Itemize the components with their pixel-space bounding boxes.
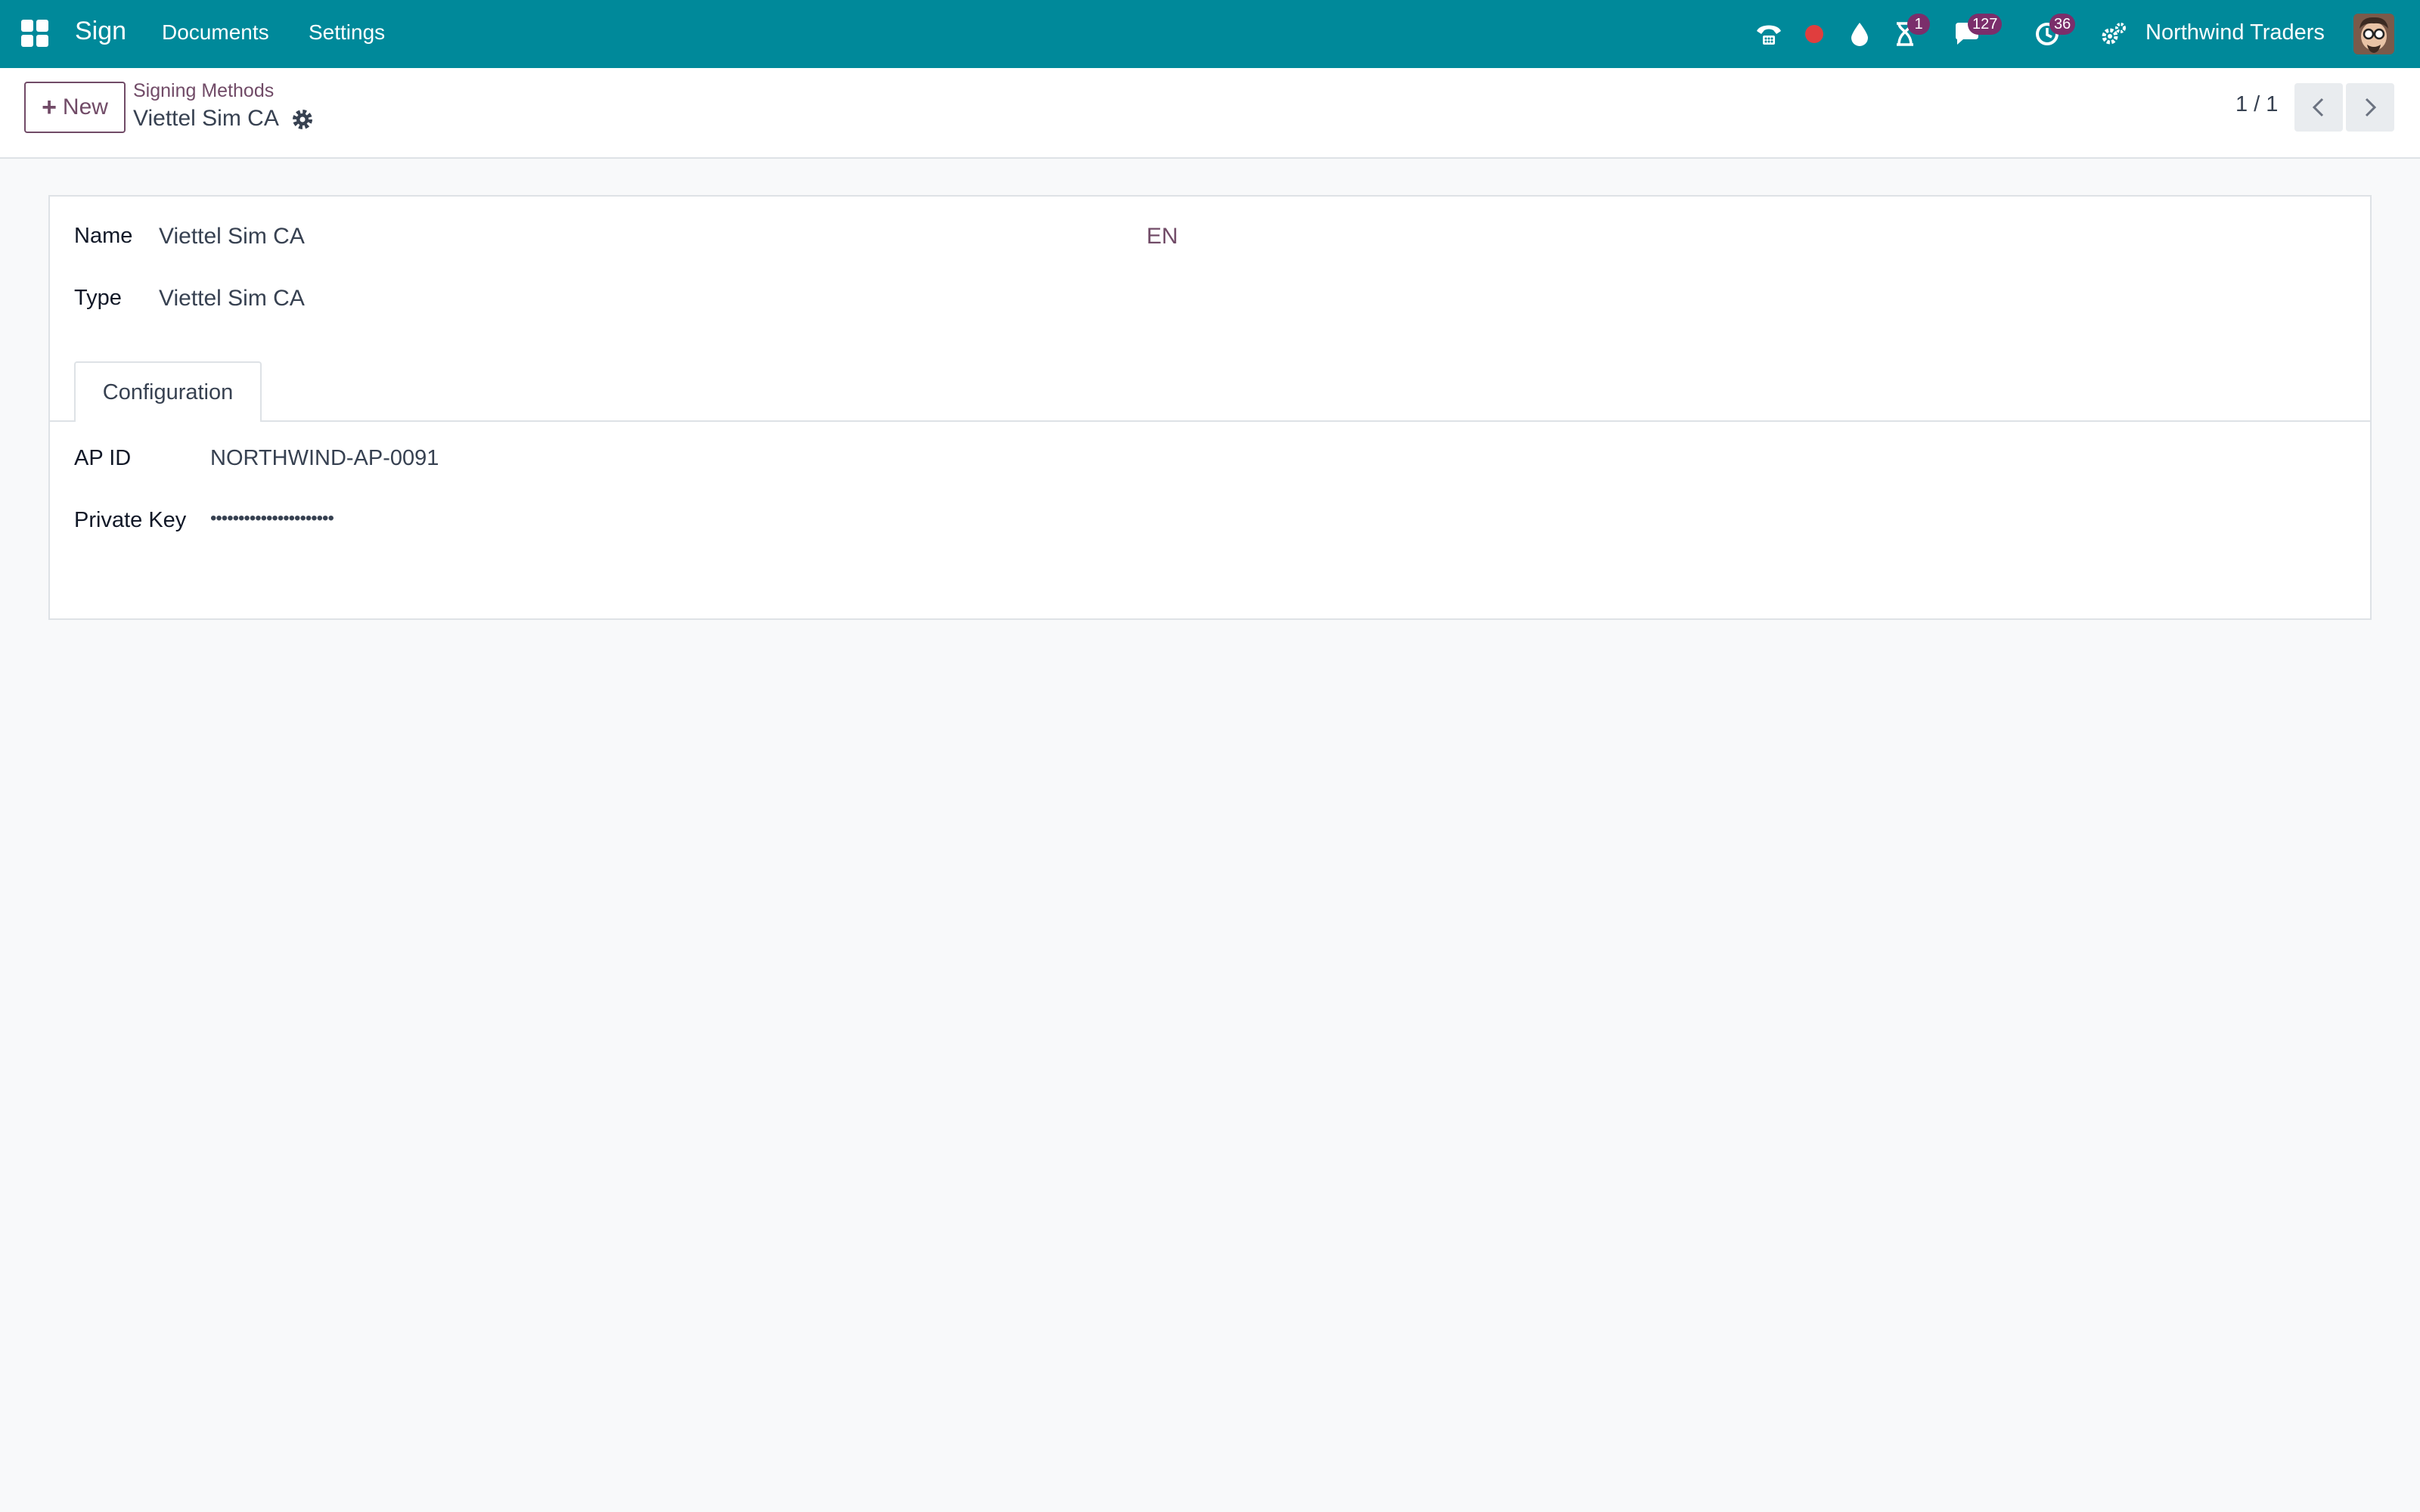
type-label: Type xyxy=(74,286,122,310)
type-field[interactable]: Viettel Sim CA xyxy=(159,286,305,311)
plus-icon: + xyxy=(42,93,57,122)
apps-menu-icon[interactable] xyxy=(21,20,48,47)
top-navbar: Sign Documents Settings 1 127 36 Northwi… xyxy=(0,0,2420,68)
menu-settings[interactable]: Settings xyxy=(309,20,385,45)
menu-documents[interactable]: Documents xyxy=(162,20,269,45)
tab-divider xyxy=(50,420,2370,422)
messages-badge: 127 xyxy=(1968,14,2003,35)
new-button[interactable]: + New xyxy=(24,82,126,133)
tab-configuration[interactable]: Configuration xyxy=(74,361,262,422)
language-button[interactable]: EN xyxy=(1146,224,1178,249)
activities-icon[interactable]: 1 xyxy=(1888,14,1930,51)
record-icon[interactable] xyxy=(1797,17,1832,51)
drop-glyph xyxy=(1851,23,1868,46)
control-panel: + New Signing Methods Viettel Sim CA 1 /… xyxy=(0,68,2420,159)
private-key-label: Private Key xyxy=(74,508,187,532)
chevron-right-icon xyxy=(2365,98,2377,117)
form-sheet: Name Viettel Sim CA EN Type Viettel Sim … xyxy=(48,195,2372,620)
ap-id-label: AP ID xyxy=(74,446,132,470)
breadcrumb-signing-methods[interactable]: Signing Methods xyxy=(133,80,274,102)
private-key-field[interactable]: •••••••••••••••••••••• xyxy=(210,508,334,529)
messages-icon[interactable]: 127 xyxy=(1950,14,2003,51)
record-dot xyxy=(1805,25,1823,43)
activities-badge: 1 xyxy=(1907,14,1930,35)
company-switcher[interactable]: Northwind Traders xyxy=(2145,20,2325,45)
record-actions-gear-icon[interactable] xyxy=(290,107,315,132)
new-button-label: New xyxy=(62,94,108,119)
clock-icon[interactable]: 36 xyxy=(2030,14,2076,51)
app-name[interactable]: Sign xyxy=(75,17,126,46)
pager-next-button[interactable] xyxy=(2346,83,2394,132)
gears-glyph xyxy=(2102,23,2126,45)
name-label: Name xyxy=(74,224,133,248)
user-avatar[interactable] xyxy=(2353,14,2394,54)
phone-icon[interactable] xyxy=(1751,17,1786,51)
clock-badge: 36 xyxy=(2049,14,2076,35)
pager-previous-button[interactable] xyxy=(2294,83,2343,132)
name-field[interactable]: Viettel Sim CA xyxy=(159,224,305,249)
gear-icon xyxy=(293,110,312,129)
pager-value[interactable]: 1 / 1 xyxy=(2235,92,2278,117)
avatar-image xyxy=(2353,14,2394,54)
chevron-left-icon xyxy=(2312,98,2324,117)
drop-icon[interactable] xyxy=(1842,17,1877,51)
breadcrumb-current-record: Viettel Sim CA xyxy=(133,106,279,131)
ap-id-field[interactable]: NORTHWIND-AP-0091 xyxy=(210,446,439,471)
phone-icon-glyph xyxy=(1757,25,1781,45)
debug-gears-icon[interactable] xyxy=(2096,17,2131,51)
